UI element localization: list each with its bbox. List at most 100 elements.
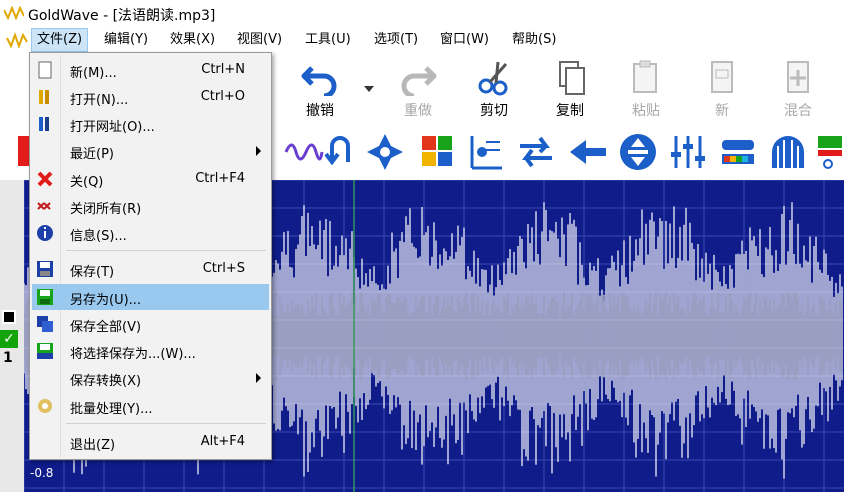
undo-icon bbox=[301, 66, 337, 96]
menu-item-close[interactable]: 关(Q) Ctrl+F4 bbox=[32, 166, 269, 192]
menu-bar: 文件(Z) 编辑(Y) 效果(X) 视图(V) 工具(U) 选项(T) 窗口(W… bbox=[0, 28, 844, 52]
volume-adjust-icon[interactable] bbox=[618, 132, 658, 172]
new-label: 新 bbox=[715, 103, 729, 119]
redo-label: 重做 bbox=[404, 103, 432, 119]
menu-item-label: 信息(S)... bbox=[70, 229, 127, 244]
menu-item-save-convert[interactable]: 保存转换(X) bbox=[32, 365, 269, 391]
menu-item-close-all[interactable]: 关闭所有(R) bbox=[32, 193, 269, 219]
mixer-sliders-icon[interactable] bbox=[668, 132, 708, 172]
mix-button[interactable]: 混合 bbox=[768, 60, 828, 124]
menu-item-shortcut: Alt+F4 bbox=[200, 434, 245, 449]
menu-options[interactable]: 选项(T) bbox=[369, 28, 423, 52]
menu-item-label: 关(Q) bbox=[70, 175, 104, 190]
menu-item-shortcut: Ctrl+S bbox=[202, 261, 245, 276]
batch-icon bbox=[38, 399, 52, 413]
menu-separator bbox=[66, 423, 266, 424]
menu-item-label: 退出(Z) bbox=[70, 438, 116, 453]
menu-tools[interactable]: 工具(U) bbox=[300, 28, 356, 52]
copy-button[interactable]: 复制 bbox=[540, 60, 600, 124]
goldwave-menu-icon[interactable] bbox=[6, 32, 28, 48]
channel-enabled-checkbox[interactable]: ✓ bbox=[0, 330, 18, 348]
mix-icon bbox=[787, 61, 809, 93]
menu-file[interactable]: 文件(Z) bbox=[31, 28, 89, 52]
menu-item-label: 将选择保存为...(W)... bbox=[70, 347, 196, 362]
copy-icon bbox=[559, 61, 585, 95]
submenu-arrow-icon bbox=[256, 373, 261, 383]
open-folder-icon bbox=[39, 90, 49, 104]
info-icon bbox=[37, 225, 53, 241]
menu-effects[interactable]: 效果(X) bbox=[165, 28, 220, 52]
menu-item-save[interactable]: 保存(T) Ctrl+S bbox=[32, 256, 269, 282]
channel-strip: ✓ 1 bbox=[0, 180, 24, 492]
title-bar: GoldWave - [法语朗读.mp3] bbox=[0, 0, 844, 28]
reverse-icon[interactable] bbox=[320, 132, 360, 172]
equalizer-chart-icon[interactable] bbox=[464, 132, 504, 172]
menu-item-label: 打开网址(O)... bbox=[70, 120, 155, 135]
menu-item-batch[interactable]: 批量处理(Y)... bbox=[32, 393, 269, 419]
menu-help[interactable]: 帮助(S) bbox=[507, 28, 561, 52]
menu-item-label: 保存转换(X) bbox=[70, 374, 142, 389]
submenu-arrow-icon bbox=[256, 146, 261, 156]
menu-item-label: 关闭所有(R) bbox=[70, 202, 142, 217]
paste-label: 粘贴 bbox=[632, 103, 660, 119]
undo-button[interactable]: 撤销 bbox=[290, 60, 350, 124]
new-file-icon bbox=[38, 61, 52, 79]
menu-item-label: 打开(N)... bbox=[70, 93, 129, 108]
redo-icon bbox=[401, 66, 437, 96]
waveform-effect-icon[interactable] bbox=[284, 132, 324, 172]
menu-item-open-url[interactable]: 打开网址(O)... bbox=[32, 111, 269, 137]
cut-button[interactable]: 剪切 bbox=[464, 60, 524, 124]
close-all-icon bbox=[37, 202, 51, 210]
compressor-icon[interactable] bbox=[365, 132, 405, 172]
time-warp-icon[interactable] bbox=[768, 132, 808, 172]
cut-label: 剪切 bbox=[480, 103, 508, 119]
menu-edit[interactable]: 编辑(Y) bbox=[99, 28, 153, 52]
menu-item-label: 保存(T) bbox=[70, 265, 115, 280]
menu-item-shortcut: Ctrl+N bbox=[201, 62, 245, 77]
file-menu-dropdown: 新(M)... Ctrl+N 打开(N)... Ctrl+O 打开网址(O)..… bbox=[29, 52, 272, 460]
save-all-icon bbox=[37, 316, 53, 332]
menu-item-save-selection[interactable]: 将选择保存为...(W)... bbox=[32, 338, 269, 364]
close-red-x-icon bbox=[37, 171, 53, 187]
channel-number: 1 bbox=[3, 350, 13, 366]
undo-dropdown-arrow-icon[interactable] bbox=[364, 86, 374, 92]
open-url-icon bbox=[39, 117, 49, 131]
menu-item-shortcut: Ctrl+F4 bbox=[195, 171, 245, 186]
window-title: GoldWave - [法语朗读.mp3] bbox=[28, 8, 216, 24]
menu-item-shortcut: Ctrl+O bbox=[200, 89, 245, 104]
amplitude-scale-label: -0.8 bbox=[30, 466, 54, 480]
paste-button[interactable]: 粘贴 bbox=[616, 60, 676, 124]
menu-item-label: 另存为(U)... bbox=[70, 293, 142, 308]
undo-label: 撤销 bbox=[306, 103, 334, 119]
menu-item-save-all[interactable]: 保存全部(V) bbox=[32, 311, 269, 337]
plugin-effect-icon[interactable] bbox=[418, 132, 458, 172]
channel-settings-icon[interactable] bbox=[816, 132, 844, 172]
paste-icon bbox=[633, 60, 657, 93]
menu-item-new[interactable]: 新(M)... Ctrl+N bbox=[32, 57, 269, 83]
menu-window[interactable]: 窗口(W) bbox=[435, 28, 494, 52]
menu-separator bbox=[66, 250, 266, 251]
menu-view[interactable]: 视图(V) bbox=[232, 28, 287, 52]
mix-label: 混合 bbox=[784, 103, 812, 119]
swap-channels-icon[interactable] bbox=[516, 132, 556, 172]
menu-item-label: 保存全部(V) bbox=[70, 320, 142, 335]
new-document-icon bbox=[711, 61, 733, 93]
menu-item-label: 最近(P) bbox=[70, 147, 114, 162]
arrow-left-icon[interactable] bbox=[568, 132, 608, 172]
goldwave-logo-icon bbox=[4, 6, 24, 20]
menu-item-save-as[interactable]: 另存为(U)... bbox=[32, 284, 269, 310]
menu-item-label: 新(M)... bbox=[70, 66, 117, 81]
save-as-icon bbox=[37, 289, 53, 305]
menu-item-label: 批量处理(Y)... bbox=[70, 402, 153, 417]
save-selection-icon bbox=[37, 343, 53, 359]
menu-item-open[interactable]: 打开(N)... Ctrl+O bbox=[32, 84, 269, 110]
redo-button[interactable]: 重做 bbox=[388, 60, 448, 124]
channel-marker-icon[interactable] bbox=[2, 310, 16, 324]
menu-item-recent[interactable]: 最近(P) bbox=[32, 138, 269, 164]
scissors-icon bbox=[478, 61, 508, 96]
menu-item-info[interactable]: 信息(S)... bbox=[32, 220, 269, 246]
menu-item-exit[interactable]: 退出(Z) Alt+F4 bbox=[32, 429, 269, 455]
copy-label: 复制 bbox=[556, 103, 584, 119]
new-button[interactable]: 新 bbox=[692, 60, 752, 124]
spectrum-filter-icon[interactable] bbox=[718, 132, 758, 172]
